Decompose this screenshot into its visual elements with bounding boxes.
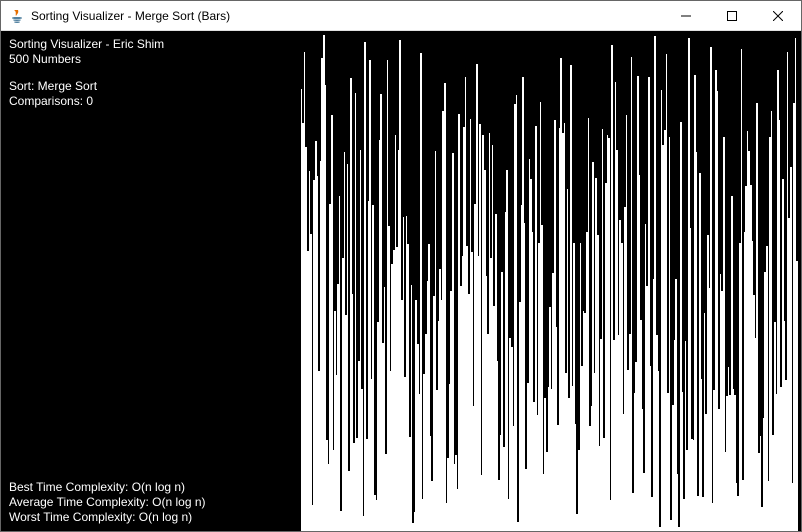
bar [631,57,633,531]
sort-name-text: Sort: Merge Sort [9,79,97,94]
best-complexity-text: Best Time Complexity: O(n log n) [9,480,206,495]
bar [790,167,792,531]
bar [669,137,671,531]
bar [444,83,446,531]
bars-container [1,31,801,531]
bar [741,49,743,531]
maximize-button[interactable] [709,1,755,30]
count-text: 500 Numbers [9,52,164,67]
bar [516,95,518,531]
bar [339,196,341,531]
average-complexity-text: Average Time Complexity: O(n log n) [9,495,206,510]
minimize-button[interactable] [663,1,709,30]
bar [310,234,312,531]
bar [420,53,422,531]
bar [372,205,374,531]
bar [658,371,660,531]
bar [710,47,712,531]
bar [796,261,798,531]
visualizer-canvas: Sorting Visualizer - Eric Shim 500 Numbe… [1,31,801,531]
app-title-text: Sorting Visualizer - Eric Shim [9,37,164,52]
titlebar: Sorting Visualizer - Merge Sort (Bars) [1,1,801,31]
worst-complexity-text: Worst Time Complexity: O(n log n) [9,510,206,525]
bar [696,152,698,531]
window-controls [663,1,801,30]
bar [411,285,413,531]
info-complexity: Best Time Complexity: O(n log n) Average… [9,480,206,525]
info-header: Sorting Visualizer - Eric Shim 500 Numbe… [9,37,164,67]
java-app-icon [9,8,25,24]
window-title: Sorting Visualizer - Merge Sort (Bars) [31,9,663,23]
bar [479,124,481,531]
bar [677,474,679,531]
close-button[interactable] [755,1,801,30]
info-sort: Sort: Merge Sort Comparisons: 0 [9,79,97,109]
bar [608,138,610,531]
comparisons-text: Comparisons: 0 [9,94,97,109]
bar [361,389,363,531]
bar [506,170,508,531]
